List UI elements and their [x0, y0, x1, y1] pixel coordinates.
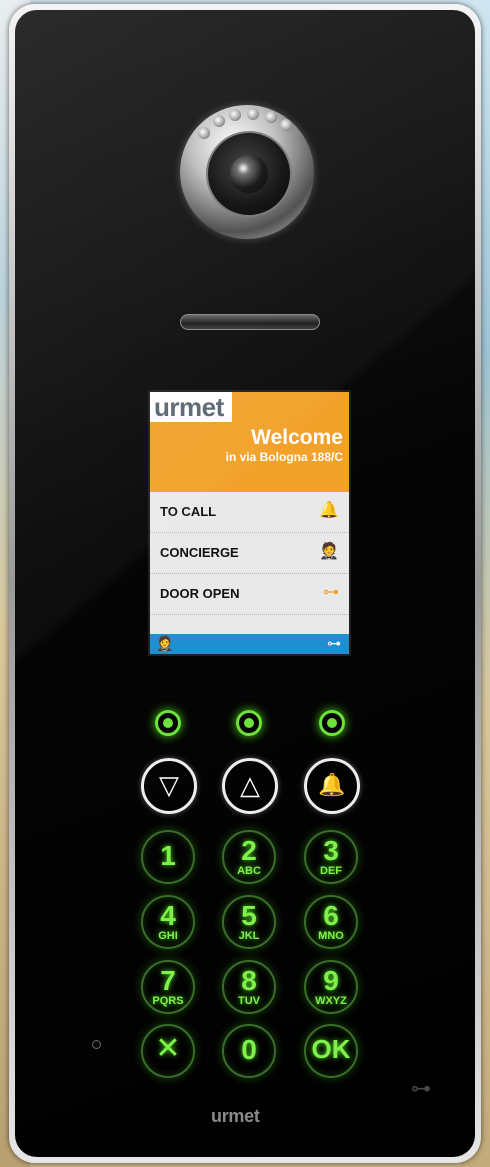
- menu-item-label: DOOR OPEN: [160, 586, 240, 601]
- key-icon: ⊶: [327, 635, 341, 651]
- menu-item-label: TO CALL: [160, 504, 217, 519]
- address-subtitle: in via Bologna 188/C: [225, 450, 343, 464]
- camera: [180, 105, 314, 239]
- menu-item-label: CONCIERGE: [160, 545, 239, 560]
- speaker-grille: [180, 314, 320, 330]
- welcome-title: Welcome: [251, 426, 343, 449]
- ir-led-icon: [265, 111, 277, 123]
- menu-item-door-open[interactable]: DOOR OPEN ⊶: [150, 574, 349, 615]
- status-led-icon: [319, 710, 345, 736]
- microphone-icon: [92, 1040, 101, 1049]
- bell-icon: 🔔: [319, 502, 339, 519]
- triangle-up-icon: △: [240, 770, 260, 800]
- key-icon: ⊶: [323, 584, 339, 601]
- ok-button[interactable]: OK: [304, 1024, 358, 1078]
- triangle-down-icon: ▽: [159, 770, 179, 800]
- status-led-icon: [155, 710, 181, 736]
- screen-status-bar: 🤵 ⊶: [150, 634, 349, 654]
- concierge-icon: 🤵: [319, 543, 339, 560]
- key-5[interactable]: 5 JKL: [222, 895, 276, 949]
- camera-housing: [206, 131, 292, 217]
- scroll-down-button[interactable]: ▽: [141, 758, 197, 814]
- bell-icon: 🔔: [318, 772, 346, 797]
- brand-logo-text: urmet: [154, 392, 224, 422]
- key-3[interactable]: 3 DEF: [304, 830, 358, 884]
- ir-led-icon: [198, 127, 210, 139]
- ir-led-icon: [247, 108, 259, 120]
- ir-led-icon: [229, 109, 241, 121]
- intercom-face: urmet Welcome in via Bologna 188/C TO CA…: [15, 10, 475, 1157]
- status-led-icon: [236, 710, 262, 736]
- ir-led-icon: [280, 119, 292, 131]
- camera-lens-icon: [230, 155, 268, 193]
- key-6[interactable]: 6 MNO: [304, 895, 358, 949]
- bottom-brand-logo: urmet: [211, 1106, 260, 1126]
- concierge-icon: 🤵: [156, 635, 174, 651]
- key-0[interactable]: 0: [222, 1024, 276, 1078]
- screen-header: urmet Welcome in via Bologna 188/C: [150, 392, 349, 492]
- key-8[interactable]: 8 TUV: [222, 960, 276, 1014]
- menu-item-concierge[interactable]: CONCIERGE 🤵: [150, 533, 349, 574]
- key-9[interactable]: 9 WXYZ: [304, 960, 358, 1014]
- key-1[interactable]: 1: [141, 830, 195, 884]
- call-button[interactable]: 🔔: [304, 758, 360, 814]
- key-4[interactable]: 4 GHI: [141, 895, 195, 949]
- key-icon: ⊶: [411, 1078, 431, 1100]
- cancel-button[interactable]: ✕: [141, 1024, 195, 1078]
- ir-led-icon: [213, 115, 225, 127]
- key-7[interactable]: 7 PQRS: [141, 960, 195, 1014]
- close-icon: ✕: [155, 1032, 181, 1065]
- brand-logo: urmet: [150, 392, 232, 422]
- display-screen: urmet Welcome in via Bologna 188/C TO CA…: [148, 390, 351, 656]
- screen-menu: TO CALL 🔔 CONCIERGE 🤵 DOOR OPEN ⊶: [150, 492, 349, 615]
- menu-item-to-call[interactable]: TO CALL 🔔: [150, 492, 349, 533]
- scroll-up-button[interactable]: △: [222, 758, 278, 814]
- key-2[interactable]: 2 ABC: [222, 830, 276, 884]
